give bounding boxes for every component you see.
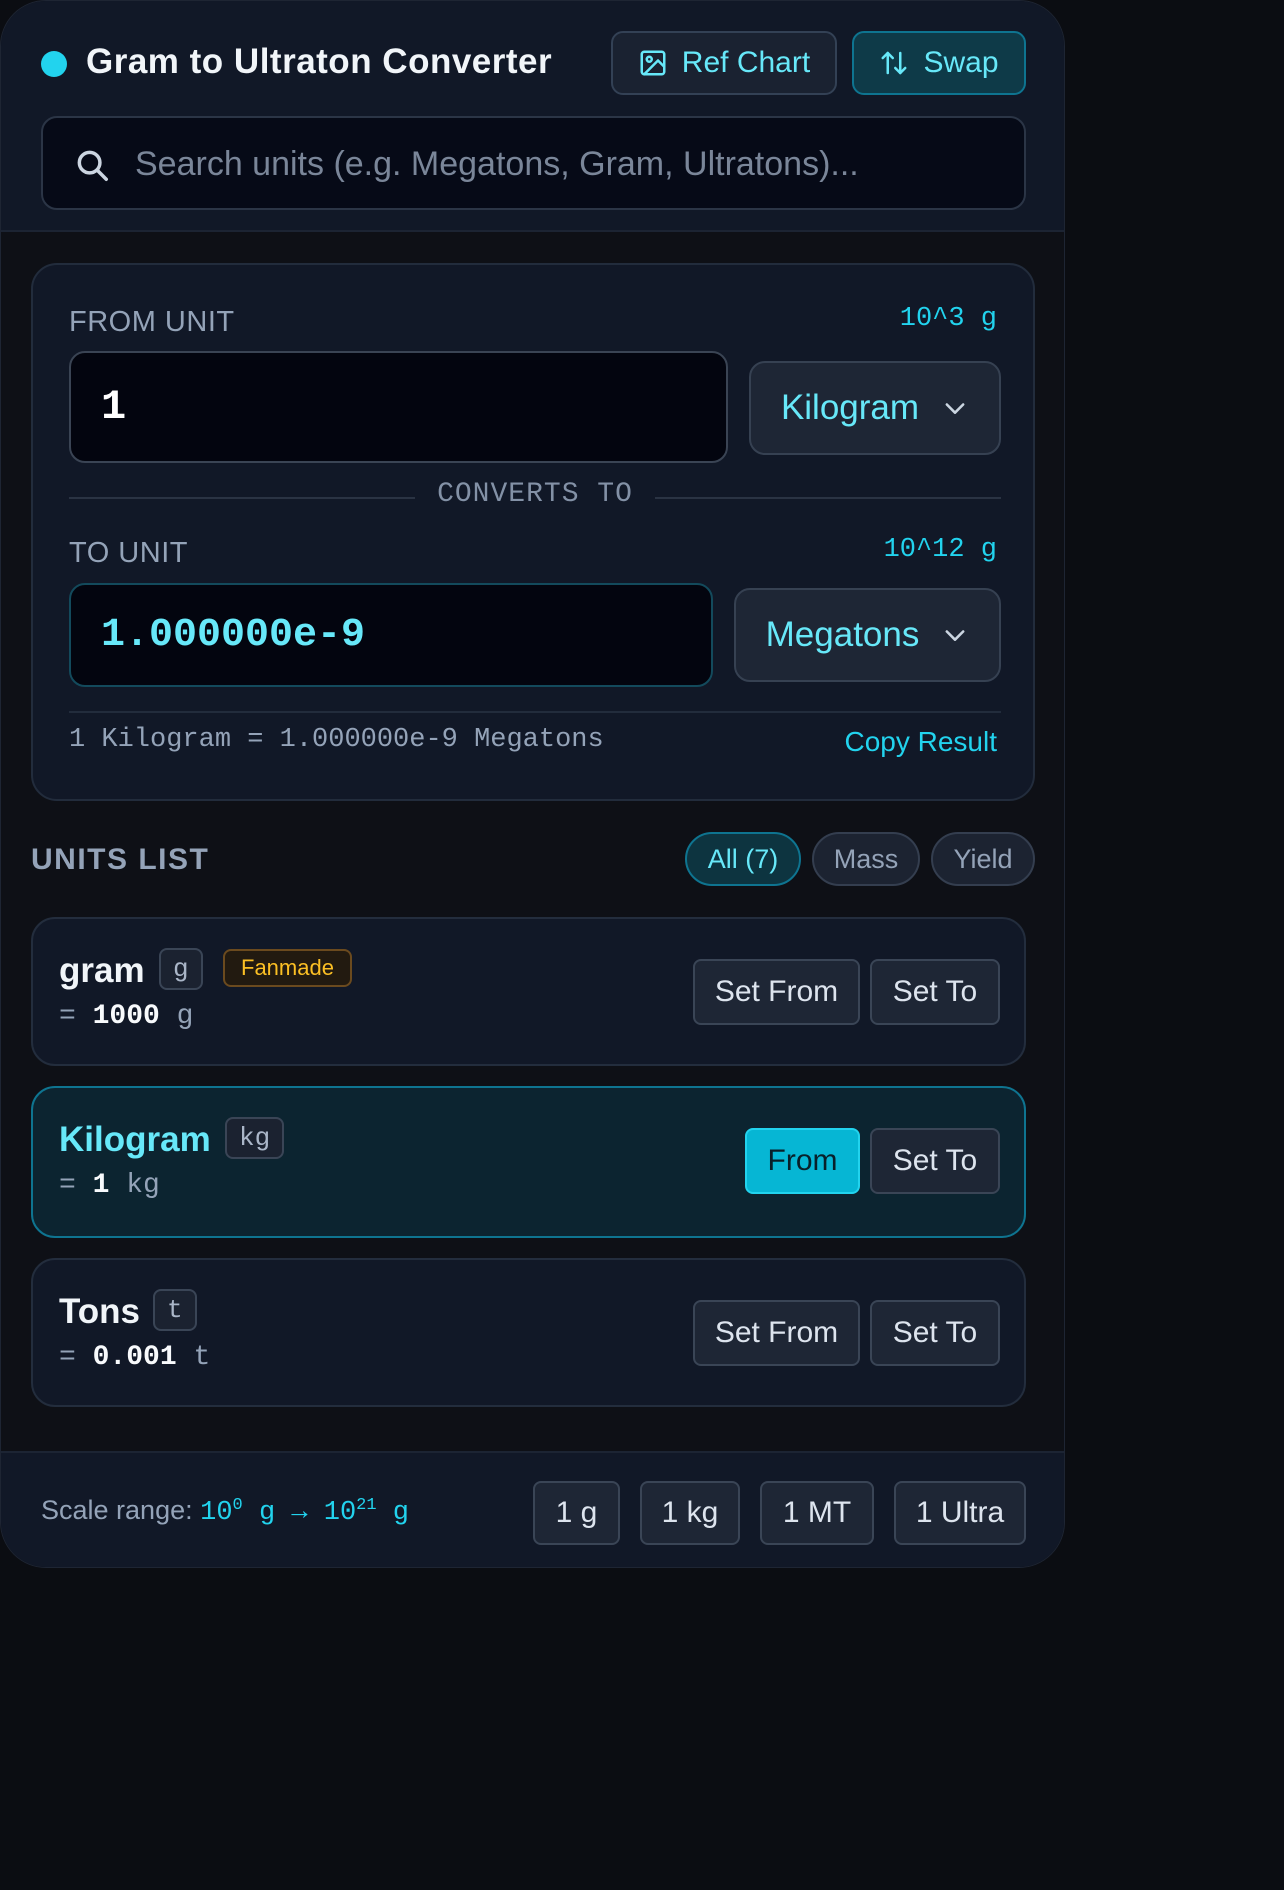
unit-equivalence: = 1 kg bbox=[59, 1170, 160, 1201]
unit-symbol-badge: t bbox=[153, 1289, 197, 1331]
status-dot-icon bbox=[41, 51, 67, 77]
unit-card-tons: Tons t = 0.001 t Set From Set To bbox=[31, 1258, 1026, 1407]
set-to-button[interactable]: Set To bbox=[870, 1128, 1000, 1194]
chevron-down-icon bbox=[945, 403, 965, 414]
unit-card-kilogram: Kilogram kg = 1 kg From Set To bbox=[31, 1086, 1026, 1238]
unit-equivalence: = 1000 g bbox=[59, 1001, 194, 1032]
from-unit-label: FROM UNIT bbox=[69, 306, 235, 338]
unit-symbol-badge: kg bbox=[225, 1117, 285, 1159]
from-unit-power: 10^3 g bbox=[899, 304, 997, 334]
unit-equivalence: = 0.001 t bbox=[59, 1342, 211, 1373]
chevron-down-icon bbox=[945, 630, 965, 641]
scale-range-min: 100 g → 1021 g bbox=[200, 1496, 409, 1528]
filter-chip-all[interactable]: All (7) bbox=[685, 832, 801, 886]
from-value-input[interactable]: 1 bbox=[69, 351, 728, 463]
fanmade-badge: Fanmade bbox=[223, 949, 352, 987]
search-icon bbox=[77, 150, 108, 181]
to-unit-selected: Megatons bbox=[765, 615, 920, 654]
to-value-text: 1.000000e-9 bbox=[101, 612, 366, 658]
ref-chart-button[interactable]: Ref Chart bbox=[611, 31, 837, 95]
converter-card: FROM UNIT 10^3 g 1 Kilogram CONVERTS TO … bbox=[31, 263, 1035, 801]
copy-result-link[interactable]: Copy Result bbox=[844, 726, 997, 758]
converts-to-divider: CONVERTS TO bbox=[437, 479, 633, 510]
from-value-text: 1 bbox=[101, 383, 127, 431]
converter-app: Gram to Ultraton Converter Ref Chart Swa… bbox=[0, 0, 1065, 1568]
from-unit-selected: Kilogram bbox=[780, 388, 920, 427]
search-input[interactable] bbox=[135, 136, 1005, 192]
swap-button[interactable]: Swap bbox=[852, 31, 1026, 95]
to-unit-power: 10^12 g bbox=[883, 535, 997, 565]
filter-chip-yield[interactable]: Yield bbox=[931, 832, 1035, 886]
from-button-active[interactable]: From bbox=[745, 1128, 860, 1194]
result-separator bbox=[69, 711, 1001, 713]
set-to-button[interactable]: Set To bbox=[870, 1300, 1000, 1366]
to-unit-label: TO UNIT bbox=[69, 537, 188, 569]
swap-arrows-icon bbox=[881, 51, 907, 75]
unit-name: Kilogram bbox=[59, 1120, 211, 1159]
units-list-title: UNITS LIST bbox=[31, 843, 210, 876]
to-value-output: 1.000000e-9 bbox=[69, 583, 713, 687]
quick-1mt-button[interactable]: 1 MT bbox=[760, 1481, 874, 1545]
app-title: Gram to Ultraton Converter bbox=[86, 42, 553, 81]
to-unit-select[interactable]: Megatons bbox=[734, 588, 1001, 682]
set-from-button[interactable]: Set From bbox=[693, 1300, 860, 1366]
scale-range: Scale range: 100 g → 1021 g bbox=[41, 1495, 409, 1528]
quick-1kg-button[interactable]: 1 kg bbox=[640, 1481, 740, 1545]
from-unit-select[interactable]: Kilogram bbox=[749, 361, 1001, 455]
set-to-button[interactable]: Set To bbox=[870, 959, 1000, 1025]
quick-1ultra-button[interactable]: 1 Ultra bbox=[894, 1481, 1026, 1545]
app-header: Gram to Ultraton Converter Ref Chart Swa… bbox=[1, 1, 1064, 232]
unit-name: gram bbox=[59, 951, 145, 990]
ref-chart-label: Ref Chart bbox=[681, 46, 811, 79]
unit-name: Tons bbox=[59, 1292, 141, 1331]
conversion-formula: 1 Kilogram = 1.000000e-9 Megatons bbox=[69, 725, 604, 755]
quick-1g-button[interactable]: 1 g bbox=[533, 1481, 620, 1545]
footer-bar: Scale range: 100 g → 1021 g 1 g 1 kg 1 M… bbox=[1, 1451, 1064, 1567]
unit-card-gram: gram g Fanmade = 1000 g Set From Set To bbox=[31, 917, 1026, 1066]
scale-range-label: Scale range: bbox=[41, 1495, 193, 1525]
image-icon bbox=[640, 50, 666, 76]
filter-chip-mass[interactable]: Mass bbox=[812, 832, 920, 886]
set-from-button[interactable]: Set From bbox=[693, 959, 860, 1025]
unit-symbol-badge: g bbox=[159, 948, 203, 990]
swap-label: Swap bbox=[923, 46, 999, 79]
search-box bbox=[41, 116, 1026, 210]
